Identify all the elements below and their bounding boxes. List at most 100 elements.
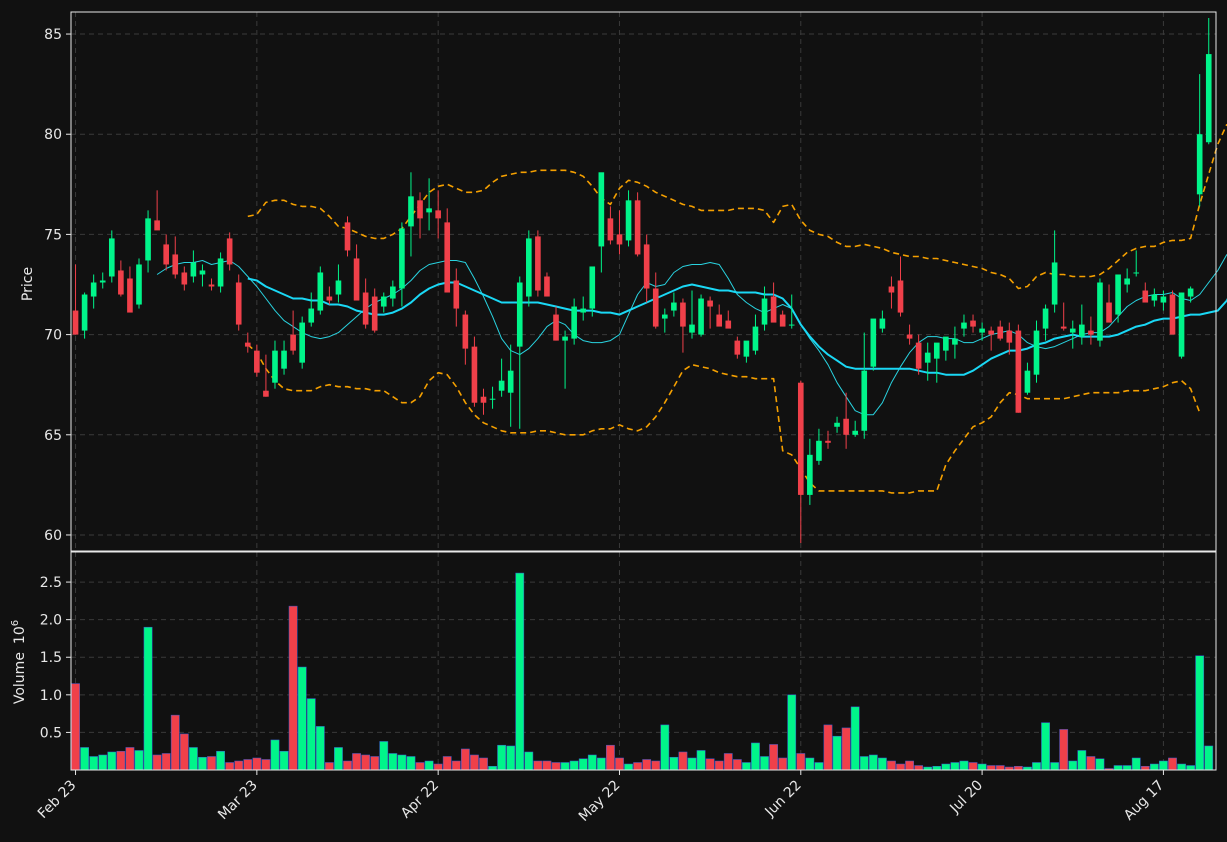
volume-bar: [515, 572, 525, 771]
candle-body: [417, 200, 423, 219]
candle-body: [335, 280, 342, 295]
volume-bar: [71, 683, 80, 771]
candle-body: [208, 284, 215, 287]
candle-body: [933, 342, 940, 359]
volume-bar: [1186, 765, 1195, 771]
volume-bar: [1032, 762, 1041, 771]
candle-body: [390, 286, 396, 299]
volume-bar: [596, 757, 606, 771]
volume-tick-label: 1.5: [40, 650, 62, 666]
volume-bar: [551, 762, 561, 771]
volume-bar: [533, 760, 543, 771]
candle-body: [1024, 370, 1031, 393]
candle-body: [1142, 290, 1149, 303]
candle-body: [906, 334, 913, 339]
volume-bar: [742, 762, 751, 771]
candle-body: [671, 302, 677, 311]
volume-bar: [905, 760, 914, 771]
candle-body: [1187, 288, 1194, 297]
candle-body: [254, 350, 260, 373]
candle-body: [843, 418, 849, 435]
candle-body: [1178, 292, 1185, 357]
candle-body: [589, 266, 596, 309]
candle-body: [480, 396, 487, 403]
volume-bar: [995, 765, 1005, 771]
volume-bar: [859, 756, 869, 771]
candle-body: [788, 324, 795, 326]
volume-bar: [705, 758, 715, 771]
candle-body: [734, 340, 741, 355]
candle-body: [1079, 324, 1085, 337]
candle-body: [317, 272, 324, 311]
candle-body: [72, 310, 79, 335]
candle-body: [244, 342, 251, 347]
candle-body: [825, 440, 831, 443]
candle-body: [1069, 328, 1076, 333]
candle-body: [272, 350, 278, 383]
stock-chart: 6065707580850.51.01.52.02.5Feb 23 Mar 23 A…: [0, 0, 1227, 842]
candle-body: [1060, 326, 1067, 329]
candle-body: [526, 238, 532, 297]
volume-bar: [170, 714, 180, 771]
volume-bar: [388, 753, 398, 771]
candle-body: [1196, 134, 1203, 195]
candle-body: [725, 320, 732, 329]
volume-axis-label: Volume: [12, 652, 28, 704]
volume-bar: [1149, 763, 1159, 771]
volume-bar: [1122, 765, 1132, 771]
volume-bar: [1059, 729, 1069, 771]
volume-bar: [107, 751, 117, 771]
volume-bar: [297, 666, 307, 771]
candle-body: [1205, 54, 1212, 143]
volume-bar: [805, 757, 815, 771]
volume-bar: [460, 748, 470, 771]
candle-body: [1115, 274, 1121, 315]
candle-body: [544, 276, 550, 297]
candle-body: [426, 208, 432, 213]
volume-bar: [288, 605, 298, 771]
price-tick-label: 85: [44, 27, 62, 43]
candle-body: [661, 314, 668, 319]
candle-body: [1042, 308, 1049, 329]
candle-body: [888, 286, 895, 293]
candle-body: [226, 238, 233, 265]
candle-body: [607, 218, 614, 241]
candle-body: [1151, 294, 1158, 301]
candle-body: [145, 218, 151, 261]
volume-bar: [234, 760, 244, 771]
candle-body: [290, 334, 296, 351]
candle-body: [1015, 330, 1022, 413]
volume-bar: [778, 757, 788, 771]
volume-axis-title: Volume 106: [10, 620, 28, 704]
volume-bar: [506, 745, 516, 771]
volume-bar: [89, 756, 99, 771]
volume-bar: [134, 750, 144, 771]
volume-bar: [216, 750, 225, 771]
candle-body: [870, 318, 877, 367]
candle-body: [979, 328, 985, 333]
volume-bar: [125, 747, 135, 771]
volume-bar: [225, 762, 235, 771]
candle-body: [489, 398, 496, 400]
volume-bar: [352, 753, 361, 771]
candle-body: [281, 350, 287, 369]
candle-body: [816, 440, 822, 461]
volume-bar: [751, 742, 760, 771]
volume-bar: [415, 762, 425, 771]
candle-body: [516, 282, 523, 347]
volume-multiplier-exponent: 6: [10, 620, 21, 626]
candle-body: [897, 280, 904, 313]
volume-bar: [1113, 765, 1123, 771]
volume-bar: [850, 706, 860, 771]
candle-body: [553, 314, 559, 341]
volume-bar: [1013, 765, 1023, 771]
candle-body: [988, 330, 994, 335]
candle-body: [761, 298, 768, 325]
candle-body: [498, 380, 505, 391]
volume-bar: [361, 754, 371, 771]
candle-body: [108, 238, 115, 277]
volume-bar: [823, 724, 833, 771]
candle-body: [707, 300, 713, 307]
candle-body: [172, 254, 179, 275]
candle-body: [716, 314, 723, 327]
